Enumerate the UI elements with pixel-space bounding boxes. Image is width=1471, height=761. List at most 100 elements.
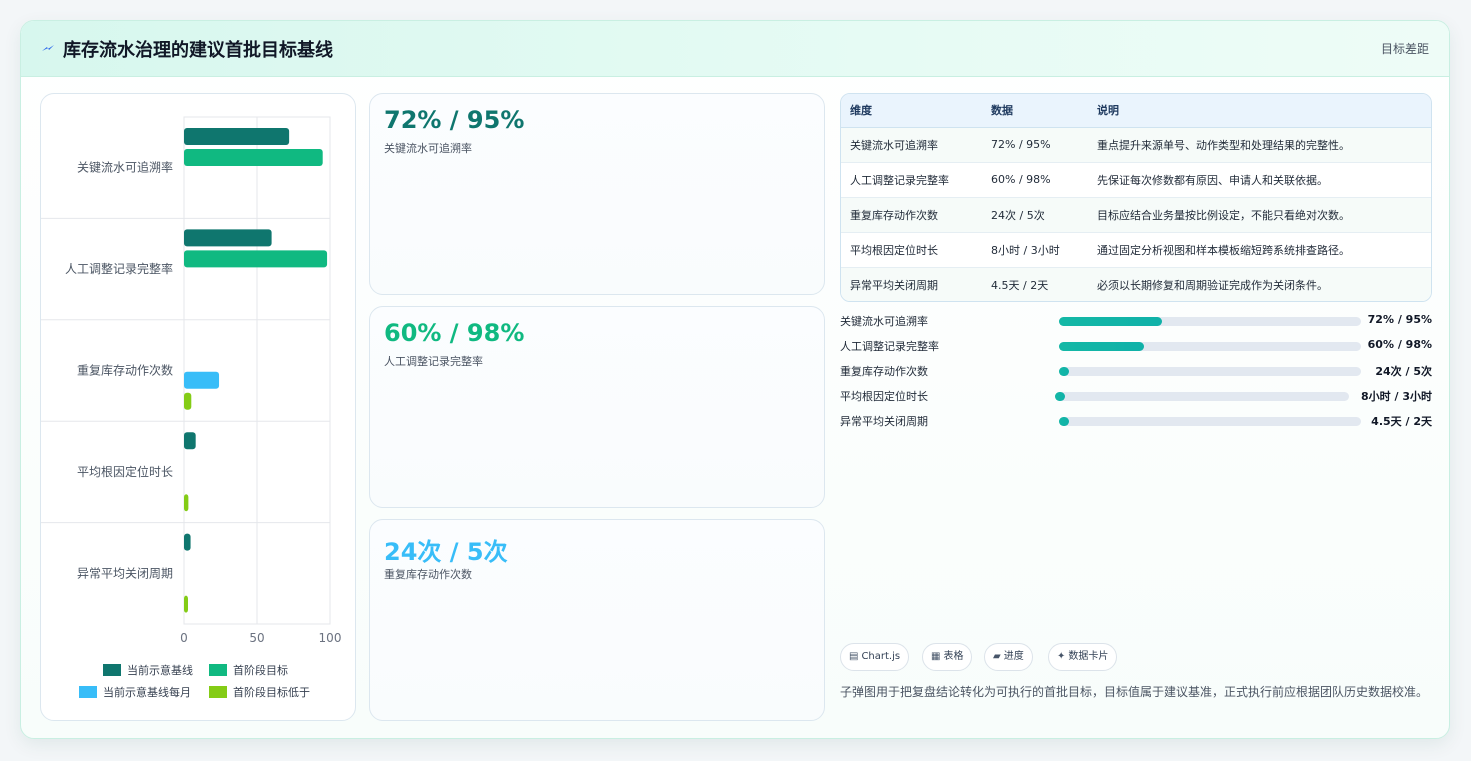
- progress-row: 异常平均关闭周期 4.5天 / 2天: [840, 411, 1432, 431]
- progress-list: 关键流水可追溯率 72% / 95% 人工调整记录完整率 60% / 98% 重…: [840, 311, 1432, 436]
- x-tick-label: 100: [319, 631, 342, 645]
- bullet-chart: 0 50 100 关键流水可追溯率人工调整记录完整率重复库存动作次数平均根因定位时长异…: [41, 116, 342, 699]
- progress-track: [1059, 417, 1361, 426]
- table-icon: ▦: [931, 651, 941, 662]
- kpi-card-repeat: 24次 / 5次 重复库存动作次数: [369, 519, 825, 721]
- y-category-label: 重复库存动作次数: [77, 363, 173, 378]
- table-cell: 重复库存动作次数: [841, 196, 982, 232]
- y-category-label: 人工调整记录完整率: [65, 261, 173, 276]
- table-row: 平均根因定位时长 8小时 / 3小时 通过固定分析视图和样本模板缩短跨系统排查路…: [841, 231, 1431, 267]
- legend-swatch: [209, 686, 227, 698]
- progress-value: 24次 / 5次: [1375, 365, 1432, 378]
- progress-label: 异常平均关闭周期: [840, 415, 928, 428]
- progress-value: 8小时 / 3小时: [1361, 390, 1432, 403]
- bar: [184, 229, 272, 247]
- y-category-label: 关键流水可追溯率: [77, 160, 173, 175]
- bar: [184, 128, 290, 145]
- progress-track: [1055, 392, 1349, 401]
- table-row: 关键流水可追溯率 72% / 95% 重点提升来源单号、动作类型和处理结果的完整…: [841, 126, 1431, 162]
- tag-progress[interactable]: ▰ 进度: [984, 643, 1033, 671]
- table-row: 重复库存动作次数 24次 / 5次 目标应结合业务量按比例设定，不能只看绝对次数…: [841, 196, 1431, 232]
- tag-label: Chart.js: [861, 651, 901, 662]
- tag-label: 进度: [1003, 651, 1024, 662]
- column-header: 说明: [1088, 94, 1431, 128]
- progress-icon: ▰: [993, 651, 1001, 662]
- kpi-card-adjustment: 60% / 98% 人工调整记录完整率: [369, 306, 825, 508]
- main-card: 库存流水治理的建议首批目标基线 目标差距 0 50 100 关键流水可追溯率 人工调整记…: [20, 20, 1450, 739]
- y-category-label: 异常平均关闭周期: [77, 566, 173, 580]
- tag-label: 表格: [943, 651, 964, 662]
- lightning-icon: [42, 45, 54, 51]
- table-cell: 72% / 95%: [982, 126, 1088, 162]
- kpi-value: 24次 / 5次: [384, 538, 508, 566]
- progress-fill: [1059, 367, 1069, 376]
- progress-fill: [1059, 317, 1162, 326]
- progress-label: 平均根因定位时长: [840, 390, 928, 403]
- progress-fill: [1059, 417, 1069, 426]
- table-cell: 24次 / 5次: [982, 196, 1088, 232]
- progress-value: 60% / 98%: [1367, 338, 1432, 351]
- table-header-row: 维度 数据 说明: [841, 94, 1431, 128]
- progress-row: 关键流水可追溯率 72% / 95%: [840, 311, 1432, 331]
- progress-label: 重复库存动作次数: [840, 365, 928, 378]
- progress-fill: [1059, 342, 1144, 351]
- progress-track: [1059, 317, 1361, 326]
- kpi-label: 重复库存动作次数: [384, 568, 472, 581]
- bullet-chart-panel: 0 50 100 关键流水可追溯率人工调整记录完整率重复库存动作次数 平均根因定位时长异…: [40, 93, 356, 721]
- table-cell: 通过固定分析视图和样本模板缩短跨系统排查路径。: [1088, 231, 1431, 267]
- legend-swatch: [79, 686, 97, 698]
- legend-label: 当前示意基线每月: [103, 685, 191, 699]
- table-cell: 平均根因定位时长: [841, 231, 982, 267]
- bar: [184, 392, 192, 410]
- legend-label: 当前示意基线: [127, 663, 193, 677]
- bar: [184, 494, 189, 512]
- progress-value: 4.5天 / 2天: [1371, 415, 1432, 428]
- tag-chartjs[interactable]: ▤ Chart.js: [840, 643, 910, 671]
- tag-table[interactable]: ▦ 表格: [922, 643, 973, 671]
- header-bar: 库存流水治理的建议首批目标基线 目标差距: [21, 21, 1449, 77]
- x-tick-label: 50: [249, 631, 264, 645]
- table-row: 人工调整记录完整率 60% / 98% 先保证每次修数都有原因、申请人和关联依据…: [841, 161, 1431, 197]
- bar: [184, 371, 220, 389]
- legend-swatch: [103, 664, 121, 676]
- progress-row: 重复库存动作次数 24次 / 5次: [840, 361, 1432, 381]
- bar: [184, 533, 191, 551]
- y-category-label: 平均根因定位时长: [77, 464, 173, 479]
- table-cell: 60% / 98%: [982, 161, 1088, 197]
- tag-data-card[interactable]: ✦ 数据卡片: [1048, 643, 1118, 671]
- table-cell: 4.5天 / 2天: [982, 266, 1088, 301]
- sparkle-icon: ✦: [1057, 651, 1066, 662]
- page-title: 库存流水治理的建议首批目标基线: [63, 40, 333, 61]
- bar: [184, 149, 323, 166]
- chart-icon: ▤: [849, 651, 859, 662]
- bar: [184, 432, 196, 450]
- progress-row: 平均根因定位时长 8小时 / 3小时: [840, 386, 1432, 406]
- progress-label: 人工调整记录完整率: [840, 340, 939, 353]
- legend-swatch: [209, 664, 227, 676]
- table-row: 异常平均关闭周期 4.5天 / 2天 必须以长期修复和周期验证完成作为关闭条件。: [841, 266, 1431, 301]
- table-cell: 异常平均关闭周期: [841, 266, 982, 301]
- table-cell: 关键流水可追溯率: [841, 126, 982, 162]
- target-gap-link[interactable]: 目标差距: [1381, 40, 1429, 57]
- table-cell: 8小时 / 3小时: [982, 231, 1088, 267]
- kpi-value: 72% / 95%: [384, 106, 525, 134]
- kpi-value: 60% / 98%: [384, 319, 525, 347]
- table-cell: 目标应结合业务量按比例设定，不能只看绝对次数。: [1088, 196, 1431, 232]
- progress-track: [1059, 367, 1361, 376]
- progress-track: [1059, 342, 1361, 351]
- progress-fill: [1055, 392, 1065, 401]
- kpi-label: 人工调整记录完整率: [384, 355, 483, 368]
- legend-label: 首阶段目标: [233, 663, 288, 677]
- table-cell: 必须以长期修复和周期验证完成作为关闭条件。: [1088, 266, 1431, 301]
- x-tick-label: 0: [180, 631, 188, 645]
- tag-label: 数据卡片: [1068, 651, 1109, 662]
- kpi-card-traceability: 72% / 95% 关键流水可追溯率: [369, 93, 825, 295]
- footnote: 子弹图用于把复盘结论转化为可执行的首批目标，目标值属于建议基准，正式执行前应根据…: [840, 685, 1429, 699]
- table-cell: 重点提升来源单号、动作类型和处理结果的完整性。: [1088, 126, 1431, 162]
- bar: [184, 250, 328, 268]
- progress-label: 关键流水可追溯率: [840, 315, 928, 328]
- progress-value: 72% / 95%: [1367, 313, 1432, 326]
- progress-row: 人工调整记录完整率 60% / 98%: [840, 336, 1432, 356]
- kpi-label: 关键流水可追溯率: [384, 142, 472, 155]
- column-header: 数据: [982, 94, 1088, 128]
